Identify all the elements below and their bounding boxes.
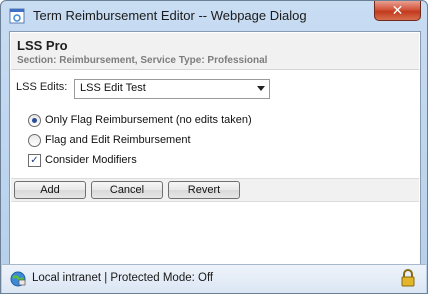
dialog-body: LSS Pro Section: Reimbursement, Service …	[9, 31, 421, 266]
add-button[interactable]: Add	[14, 181, 86, 199]
page-title: LSS Pro	[17, 38, 68, 53]
lss-edits-value: LSS Edit Test	[80, 82, 146, 94]
page-subtitle: Section: Reimbursement, Service Type: Pr…	[17, 55, 268, 66]
status-text: Local intranet | Protected Mode: Off	[32, 272, 214, 284]
dialog-window: Term Reimbursement Editor -- Webpage Dia…	[0, 0, 428, 294]
only-flag-radio[interactable]	[28, 114, 41, 127]
cancel-button[interactable]: Cancel	[91, 181, 163, 199]
ie-page-icon	[9, 8, 25, 24]
lock-icon[interactable]	[400, 269, 416, 287]
flag-edit-label: Flag and Edit Reimbursement	[45, 134, 191, 146]
lss-edits-label: LSS Edits:	[16, 81, 68, 93]
consider-modifiers-checkbox[interactable]: ✓	[28, 154, 41, 167]
window-title: Term Reimbursement Editor -- Webpage Dia…	[33, 8, 307, 23]
revert-button[interactable]: Revert	[168, 181, 240, 199]
close-button[interactable]: ✕	[374, 1, 421, 21]
consider-modifiers-label: Consider Modifiers	[45, 154, 137, 166]
button-bar: Add Cancel Revert	[11, 178, 419, 202]
title-bar[interactable]: Term Reimbursement Editor -- Webpage Dia…	[1, 1, 427, 31]
only-flag-label: Only Flag Reimbursement (no edits taken)	[45, 114, 252, 126]
intranet-globe-icon	[10, 271, 26, 287]
flag-edit-radio[interactable]	[28, 134, 41, 147]
status-bar: Local intranet | Protected Mode: Off	[2, 264, 426, 293]
lss-edits-select[interactable]: LSS Edit Test	[74, 79, 270, 99]
chevron-down-icon	[257, 86, 265, 91]
header-panel: LSS Pro Section: Reimbursement, Service …	[11, 33, 419, 70]
